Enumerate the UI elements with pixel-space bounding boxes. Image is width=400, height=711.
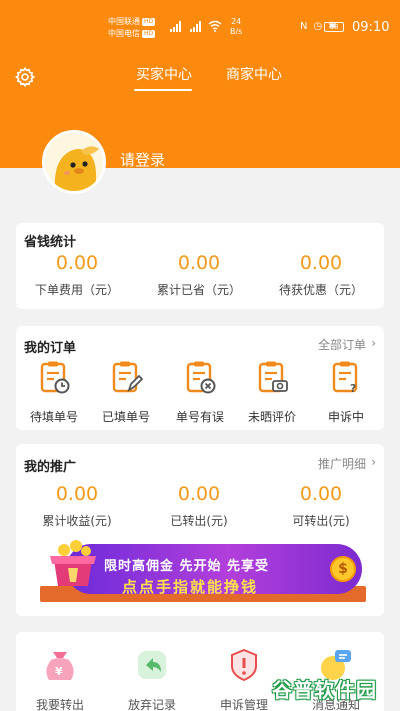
carrier-info: 中国联通 HD 中国电信 HD: [108, 16, 156, 40]
chick-mascot-icon: [45, 133, 103, 191]
net-speed-value: 24: [231, 17, 242, 26]
edit-clipboard-icon: [112, 361, 144, 393]
stat-label: 下单费用（元）: [34, 283, 119, 297]
stat-order-cost: 0.00 下单费用（元）: [16, 253, 138, 298]
stat-value: 0.00: [299, 483, 343, 505]
carrier-2: 中国电信: [108, 29, 140, 38]
order-item-label: 申诉中: [327, 410, 364, 424]
menu-label: 我要转出: [35, 698, 84, 711]
stat-label: 待获优惠（元）: [278, 283, 363, 297]
nfc-icon: N: [300, 21, 308, 32]
stat-value: 0.00: [55, 252, 99, 274]
active-tab-indicator: [134, 89, 192, 91]
orders-title: 我的订单: [24, 341, 77, 356]
tab-buyer-center[interactable]: 买家中心: [136, 64, 192, 84]
stat-value: 0.00: [177, 252, 221, 274]
savings-title: 省钱统计: [24, 235, 77, 250]
camera-clipboard-icon: [258, 361, 288, 393]
menu-label: 放弃记录: [127, 698, 176, 711]
error-clipboard-icon: [186, 361, 216, 394]
order-appealing[interactable]: ? 申诉中: [310, 360, 382, 425]
return-arrow-icon: [138, 651, 166, 679]
all-orders-link[interactable]: 全部订单: [318, 336, 366, 353]
money-bag-icon: ¥: [46, 652, 74, 680]
menu-transfer-out[interactable]: ¥ 我要转出: [20, 646, 100, 711]
stat-label: 累计收益(元): [42, 514, 112, 528]
status-bar: 中国联通 HD 中国电信 HD 24 B/s N ◷ ✱ 88 09:10: [0, 0, 400, 50]
savings-card: 省钱统计 0.00 下单费用（元） 0.00 累计已省（元） 0.00 待获优惠…: [16, 223, 384, 309]
question-clipboard-icon: ?: [332, 361, 358, 395]
watermark-text: 谷普软件园: [272, 678, 377, 702]
order-item-label: 已填单号: [101, 410, 150, 424]
order-item-label: 待填单号: [29, 410, 78, 424]
avatar[interactable]: [42, 130, 106, 194]
banner-subline: 点点手指就能挣钱: [122, 578, 259, 596]
carrier-1: 中国联通: [108, 17, 140, 26]
signal-icon: [170, 20, 181, 32]
stat-total-earnings: 0.00 累计收益(元): [16, 484, 138, 529]
stat-value: 0.00: [299, 252, 343, 274]
stat-transferable: 0.00 可转出(元): [260, 484, 382, 529]
svg-text:¥: ¥: [55, 665, 63, 678]
stat-transferred: 0.00 已转出(元): [138, 484, 260, 529]
orders-card: 我的订单 全部订单 › 待填单号 已填单号 单号有误 未晒评价 ? 申诉中: [16, 326, 384, 430]
promotion-detail-link[interactable]: 推广明细: [318, 455, 366, 472]
stat-total-saved: 0.00 累计已省（元）: [138, 253, 260, 298]
order-pending-number[interactable]: 待填单号: [18, 360, 90, 425]
hd-badge-1: HD: [142, 17, 156, 26]
net-speed-unit: B/s: [230, 27, 243, 36]
net-speed: 24 B/s: [230, 17, 242, 37]
stat-pending-discount: 0.00 待获优惠（元）: [260, 253, 382, 298]
clock: 09:10: [352, 20, 390, 35]
battery-icon: 88: [324, 22, 344, 32]
promotion-banner[interactable]: 限时高佣金 先开始 先享受 点点手指就能挣钱 $: [30, 536, 376, 612]
gift-box-icon: [50, 540, 96, 586]
center-tabs: 买家中心 商家中心: [0, 64, 400, 94]
signal-2-icon: [190, 20, 201, 32]
stat-label: 已转出(元): [170, 514, 228, 528]
chevron-right-icon: ›: [371, 336, 376, 350]
svg-text:?: ?: [350, 382, 356, 394]
order-wrong-number[interactable]: 单号有误: [164, 360, 236, 425]
tab-seller-center[interactable]: 商家中心: [226, 64, 282, 84]
stat-label: 累计已省（元）: [156, 283, 241, 297]
watermark: 谷普软件园: [272, 672, 394, 704]
stat-value: 0.00: [55, 483, 99, 505]
stat-value: 0.00: [177, 483, 221, 505]
hd-badge-2: HD: [142, 29, 156, 38]
chevron-right-icon: ›: [371, 455, 376, 469]
stat-label: 可转出(元): [292, 514, 350, 528]
wifi-icon: [208, 20, 222, 32]
order-no-review[interactable]: 未晒评价: [236, 360, 308, 425]
banner-headline: 限时高佣金 先开始 先享受: [104, 559, 270, 574]
warning-shield-icon: [231, 648, 257, 682]
order-item-label: 单号有误: [175, 410, 224, 424]
login-link[interactable]: 请登录: [120, 149, 165, 170]
clock-clipboard-icon: [40, 361, 70, 394]
promotion-title: 我的推广: [24, 460, 77, 475]
menu-abandon-records[interactable]: 放弃记录: [112, 646, 192, 711]
alarm-icon: ◷: [313, 21, 323, 32]
order-filled-number[interactable]: 已填单号: [90, 360, 162, 425]
dollar-coin-icon: $: [330, 556, 356, 582]
order-item-label: 未晒评价: [247, 410, 296, 424]
